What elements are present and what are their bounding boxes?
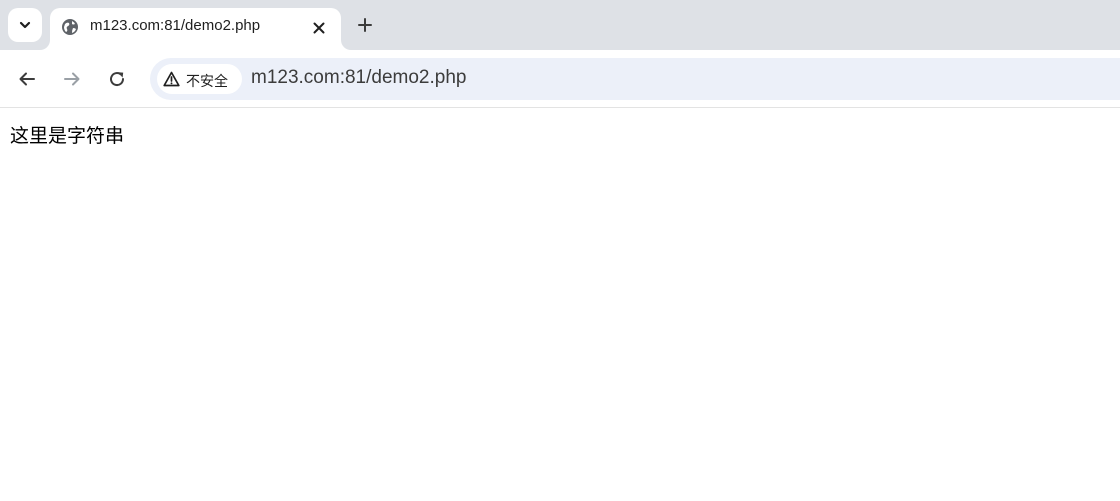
url-input[interactable]: m123.com:81/demo2.php <box>251 67 951 91</box>
reload-button[interactable] <box>101 63 133 95</box>
page-body-text: 这里是字符串 <box>10 125 125 147</box>
back-button[interactable] <box>11 63 43 95</box>
chevron-down-icon <box>19 21 31 29</box>
tab-close-button[interactable] <box>307 16 331 40</box>
tab-strip: m123.com:81/demo2.php <box>0 0 1120 50</box>
forward-button[interactable] <box>56 63 88 95</box>
security-chip[interactable]: 不安全 <box>157 64 242 94</box>
page-content: 这里是字符串 <box>0 109 1120 501</box>
arrow-left-icon <box>19 72 35 86</box>
warning-triangle-icon <box>163 71 180 87</box>
reload-icon <box>110 72 125 87</box>
new-tab-button[interactable] <box>350 10 380 40</box>
plus-icon <box>358 18 372 32</box>
tab-title: m123.com:81/demo2.php <box>90 17 261 34</box>
tab-search-button[interactable] <box>8 8 42 42</box>
omnibox[interactable]: 不安全 m123.com:81/demo2.php <box>150 58 1120 100</box>
active-tab[interactable]: m123.com:81/demo2.php <box>50 8 341 50</box>
security-label: 不安全 <box>186 74 228 90</box>
globe-icon <box>62 19 78 35</box>
arrow-right-icon <box>64 72 80 86</box>
close-icon <box>313 22 325 34</box>
browser-toolbar: 不安全 m123.com:81/demo2.php <box>0 50 1120 108</box>
